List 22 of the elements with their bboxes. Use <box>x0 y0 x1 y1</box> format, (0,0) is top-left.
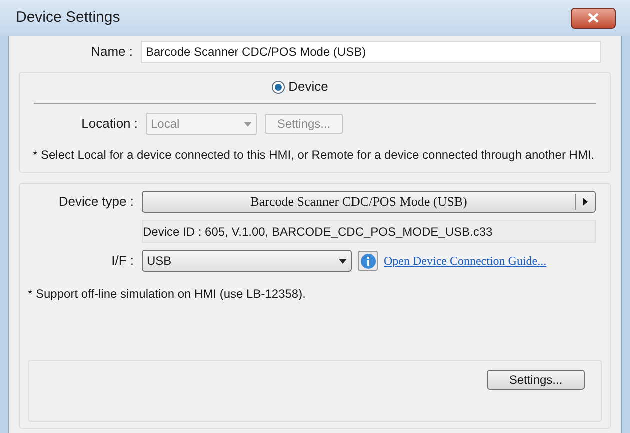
caret-icon <box>339 258 347 264</box>
location-label: Location : <box>80 115 139 134</box>
window-title: Device Settings <box>16 8 120 28</box>
play-icon <box>583 198 588 206</box>
interface-dropdown[interactable]: USB <box>142 250 352 272</box>
device-radio-label: Device <box>288 78 328 96</box>
device-id-field: Device ID : 605, V.1.00, BARCODE_CDC_POS_MODE_USB.c33 <box>142 220 596 243</box>
caret-icon <box>244 122 252 126</box>
connection-guide-link[interactable]: Open Device Connection Guide... <box>384 252 547 270</box>
simulation-note: * Support off-line simulation on HMI (use LB-12358). <box>28 286 307 303</box>
close-button[interactable] <box>571 8 616 28</box>
name-label: Name : <box>90 43 134 62</box>
device-type-label: Device type : <box>58 193 135 212</box>
device-radio[interactable] <box>272 80 285 94</box>
interface-label: I/F : <box>110 252 135 270</box>
info-button[interactable] <box>358 251 378 271</box>
settings-button[interactable]: Settings... <box>487 370 585 390</box>
device-type-button[interactable]: Barcode Scanner CDC/POS Mode (USB) <box>142 191 596 213</box>
info-icon <box>360 254 376 268</box>
close-icon <box>588 13 599 23</box>
name-field[interactable]: Barcode Scanner CDC/POS Mode (USB) <box>141 41 601 63</box>
location-note: * Select Local for a device connected to this HMI, or Remote for a device connected through another HMI. <box>33 147 596 164</box>
